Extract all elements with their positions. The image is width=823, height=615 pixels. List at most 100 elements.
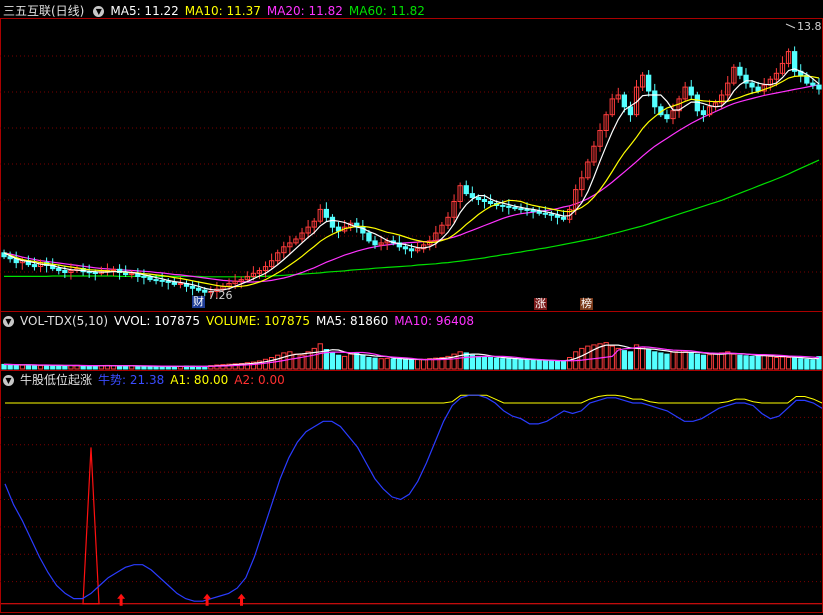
volume-bar xyxy=(560,360,567,370)
volume-bar xyxy=(804,358,810,370)
volume-bar xyxy=(621,350,628,370)
volume-bar xyxy=(117,365,123,370)
candle-body xyxy=(189,285,196,289)
candle-body xyxy=(664,114,670,120)
candle-body xyxy=(749,82,755,88)
event-marker-bang[interactable]: 榜 xyxy=(580,298,593,310)
candle-body xyxy=(506,205,512,208)
volume-bar xyxy=(475,355,482,370)
volume-bar xyxy=(658,352,664,370)
volume-bar xyxy=(743,355,749,370)
chevron-down-icon[interactable]: ▼ xyxy=(3,374,14,386)
volume-bar xyxy=(408,359,415,370)
candle-body xyxy=(56,268,62,271)
event-marker-zhang[interactable]: 涨 xyxy=(534,298,547,310)
a1-readout: A1: 80.00 xyxy=(170,373,229,387)
volume-panel-title: VOL-TDX(5,10) xyxy=(20,314,109,328)
candle-body xyxy=(171,281,177,285)
price-panel-title: 三五互联(日线) xyxy=(3,4,85,18)
price-panel-header: 三五互联(日线) ▼ MA5: 11.22 MA10: 11.37 MA20: … xyxy=(0,3,431,19)
volume-bar xyxy=(518,359,524,370)
candle-body xyxy=(500,204,506,207)
candle-body xyxy=(141,275,147,278)
stock-chart xyxy=(0,0,823,615)
candle-body xyxy=(700,110,707,116)
volume-bar xyxy=(548,360,555,370)
candle-body xyxy=(816,84,822,90)
volume-bar xyxy=(481,356,488,370)
candle-body xyxy=(31,264,38,268)
indicator-panel-header: ▼ 牛股低位起涨 牛势: 21.38 A1: 80.00 A2: 0.00 xyxy=(0,372,291,388)
candle-body xyxy=(366,232,372,242)
volume-bar xyxy=(512,358,518,370)
candle-body xyxy=(530,209,536,212)
ma5-readout: MA5: 11.22 xyxy=(110,4,179,18)
chevron-down-icon[interactable]: ▼ xyxy=(93,5,105,17)
volume-bar xyxy=(335,354,342,370)
candle-body xyxy=(196,287,202,291)
ma60-readout: MA60: 11.82 xyxy=(348,4,425,18)
volume-bar xyxy=(664,353,670,370)
candle-body xyxy=(153,279,159,282)
candle-body xyxy=(123,272,129,275)
volume-ma5-readout: MA5: 81860 xyxy=(315,314,389,328)
candle-body xyxy=(554,214,561,218)
candle-body xyxy=(737,66,743,76)
volume-bar xyxy=(123,365,129,370)
chevron-down-icon[interactable]: ▼ xyxy=(3,315,14,327)
candle-body xyxy=(518,208,524,211)
volume-bar xyxy=(354,352,360,370)
volume-bar xyxy=(646,349,652,370)
candle-body xyxy=(652,90,658,108)
candle-body xyxy=(512,206,518,210)
volume-bar xyxy=(524,359,530,370)
volume-bar xyxy=(1,363,7,370)
volume-bar xyxy=(810,359,816,370)
volume-bar xyxy=(688,352,694,370)
volume-bar xyxy=(360,354,366,370)
event-marker-cai[interactable]: 财 xyxy=(192,296,205,308)
candle-body xyxy=(542,212,549,215)
candle-body xyxy=(536,210,542,214)
candle-body xyxy=(329,216,336,228)
candle-body xyxy=(688,86,694,96)
high-label: 13.8 xyxy=(797,20,822,33)
candle-body xyxy=(372,240,378,246)
candle-body xyxy=(627,106,634,116)
candle-body xyxy=(469,193,476,199)
k-readout: 牛势: 21.38 xyxy=(98,373,165,387)
volume-bar xyxy=(700,354,707,370)
volume-bar xyxy=(7,364,13,370)
volume-bar xyxy=(792,357,798,370)
volume-bar xyxy=(396,358,403,370)
volume-bar xyxy=(50,364,56,370)
candle-body xyxy=(646,74,652,92)
candle-body xyxy=(159,279,165,282)
volume-bar xyxy=(755,355,761,370)
volume-bar xyxy=(694,353,701,370)
candle-body xyxy=(463,185,469,195)
volume-bar xyxy=(329,352,336,370)
chart-background xyxy=(0,0,823,615)
candle-body xyxy=(481,199,488,202)
volume-bar xyxy=(135,365,141,370)
candle-body xyxy=(408,248,415,252)
volume-bar xyxy=(536,359,542,370)
candle-body xyxy=(810,82,816,86)
candle-body xyxy=(475,197,482,200)
ma20-readout: MA20: 11.82 xyxy=(266,4,343,18)
volume-bar xyxy=(402,359,409,370)
indicator-panel-title: 牛股低位起涨 xyxy=(20,373,93,387)
volume-bar xyxy=(13,364,19,370)
candle-body xyxy=(92,272,98,274)
ma10-readout: MA10: 11.37 xyxy=(184,4,261,18)
volume-bar xyxy=(749,355,755,370)
volume-bar xyxy=(372,357,378,370)
volume-ma10-readout: MA10: 96408 xyxy=(394,314,475,328)
volume-bar xyxy=(542,360,549,370)
volume-bar xyxy=(25,364,32,370)
volume-readout: VOLUME: 107875 xyxy=(206,314,310,328)
candle-body xyxy=(323,208,330,218)
candle-body xyxy=(524,208,530,211)
low-label: 7.26 xyxy=(208,289,233,302)
